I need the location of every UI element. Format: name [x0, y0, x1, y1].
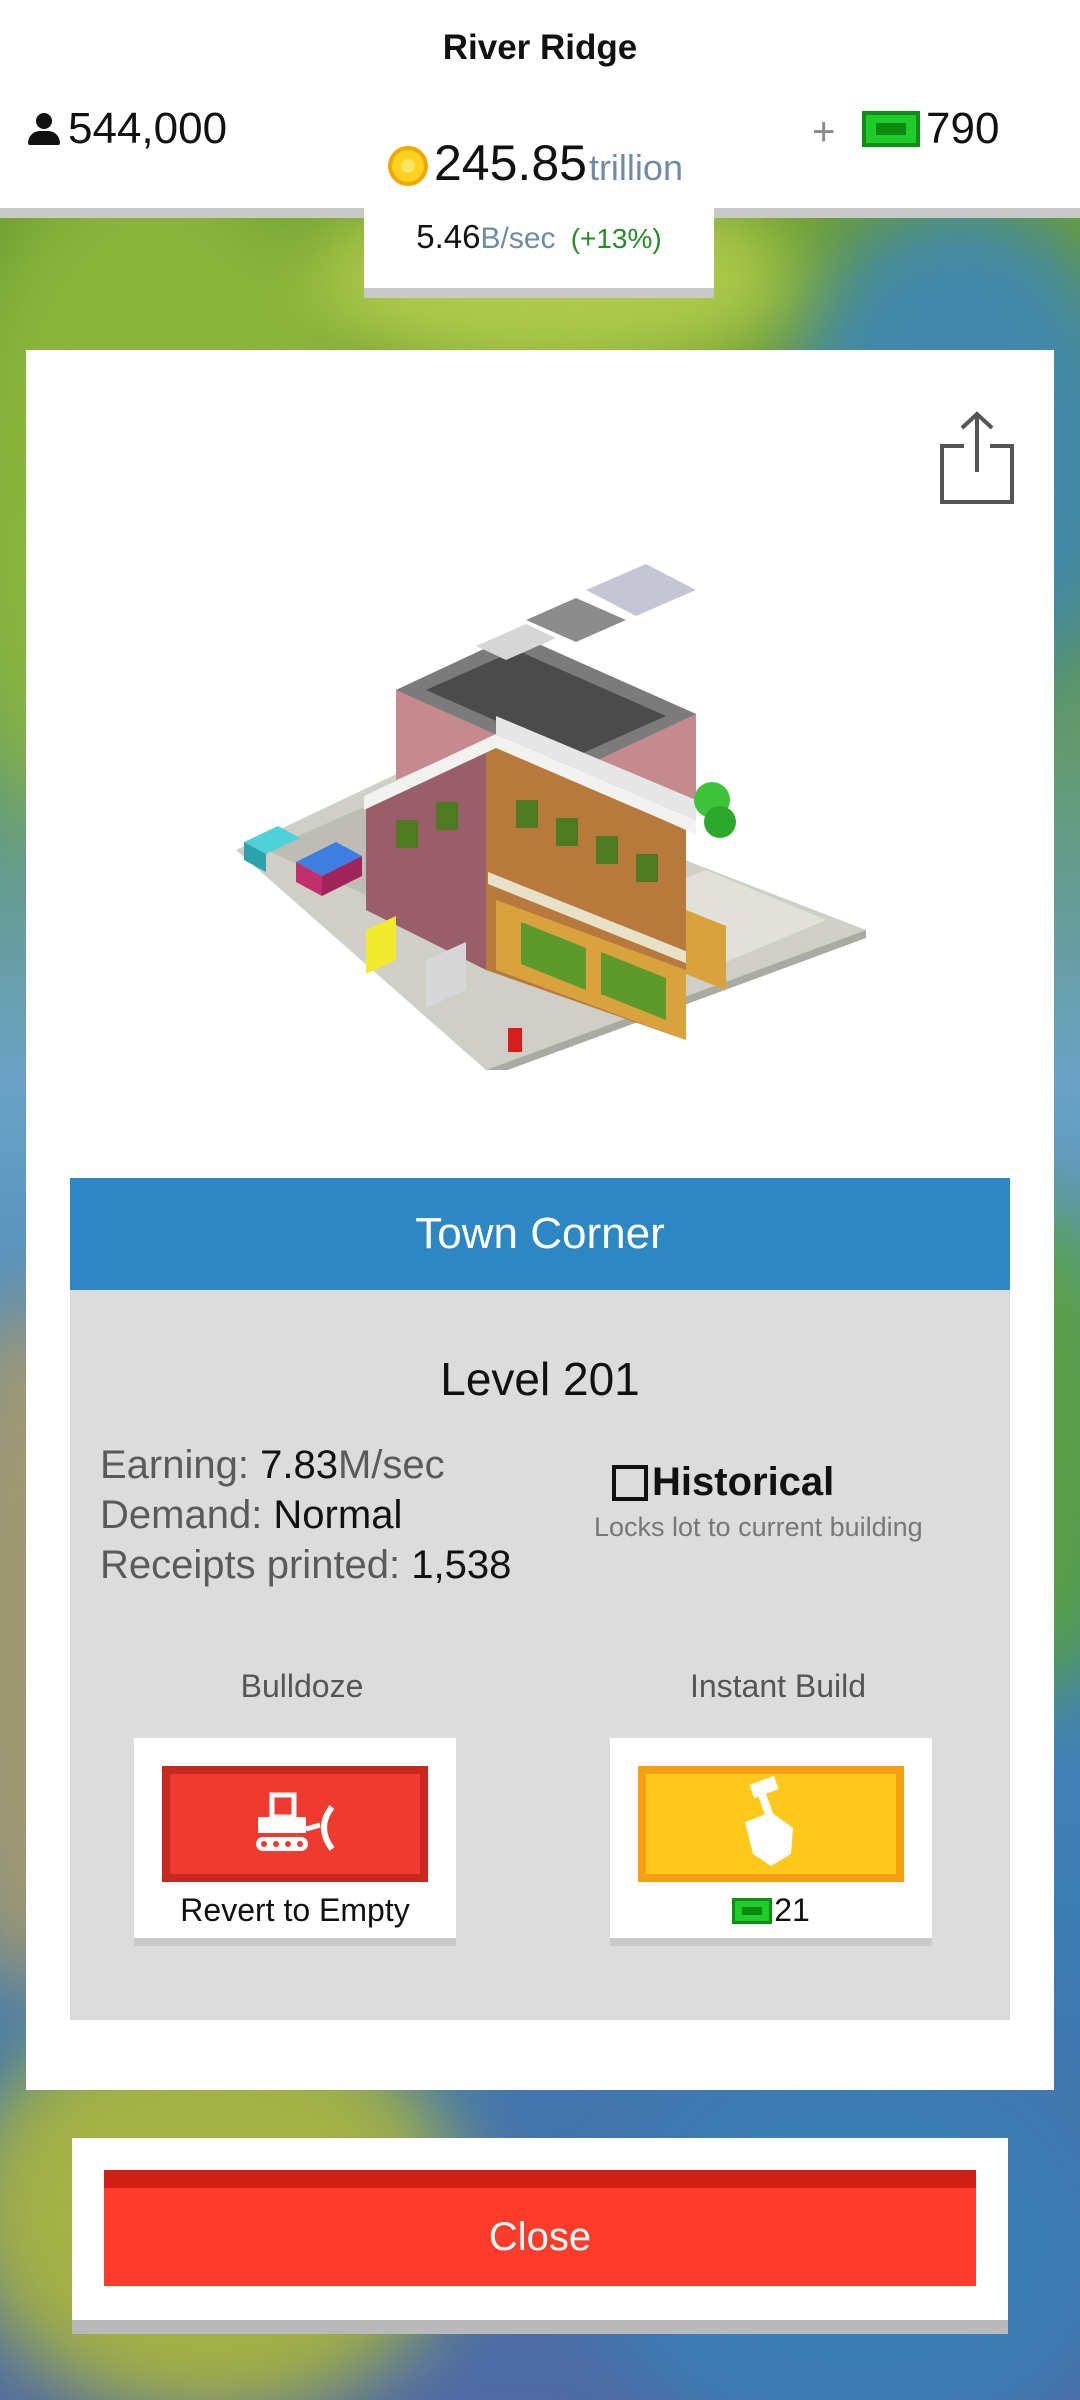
rate-change: (+13%)	[570, 223, 662, 254]
money-value: 245.85	[434, 135, 587, 191]
receipts-label: Receipts printed:	[100, 1543, 412, 1587]
add-cash-button[interactable]: +	[812, 110, 835, 155]
income-rate: 5.46B/sec (+13%)	[364, 218, 714, 256]
building-illustration	[236, 564, 866, 1070]
cash-bill-icon	[862, 111, 920, 147]
building-name: Town Corner	[415, 1209, 665, 1258]
money-unit: trillion	[588, 147, 683, 188]
population-counter: 544,000	[26, 104, 227, 154]
instant-build-button[interactable]	[638, 1766, 904, 1882]
coin-icon	[388, 146, 428, 186]
cash-counter[interactable]: 790	[862, 104, 999, 154]
money-line: 245.85 trillion	[388, 134, 683, 192]
share-icon[interactable]	[936, 408, 1018, 508]
close-button[interactable]: Close	[104, 2170, 976, 2286]
historical-description: Locks lot to current building	[594, 1512, 923, 1542]
instant-build-cost-value: 21	[774, 1892, 810, 1928]
receipts-value: 1,538	[411, 1543, 512, 1587]
bulldozer-icon	[256, 1792, 335, 1851]
demand-value: Normal	[273, 1493, 403, 1537]
close-panel: Close	[72, 2138, 1008, 2334]
rate-value: 5.46	[416, 218, 481, 255]
building-info-panel: Level 201 Earning: 7.83M/sec Demand: Nor…	[70, 1290, 1010, 2020]
population-value: 544,000	[68, 104, 228, 153]
building-level: Level 201	[440, 1353, 640, 1405]
demand-label: Demand:	[100, 1493, 274, 1537]
earning-value: 7.83	[260, 1443, 338, 1487]
earning-unit: M/sec	[337, 1443, 445, 1487]
historical-label: Historical	[652, 1460, 835, 1504]
earning-stat: Earning: 7.83M/sec	[100, 1440, 511, 1490]
historical-checkbox[interactable]	[612, 1464, 648, 1501]
receipts-stat: Receipts printed: 1,538	[100, 1540, 511, 1590]
bulldoze-button[interactable]	[162, 1766, 428, 1882]
city-name: River Ridge	[442, 28, 638, 67]
demand-stat: Demand: Normal	[100, 1490, 511, 1540]
close-button-label: Close	[488, 2214, 592, 2259]
instant-build-panel: 21	[610, 1738, 932, 1946]
rate-unit: B/sec	[480, 222, 556, 255]
money-panel: 245.85 trillion 5.46B/sec (+13%)	[364, 120, 714, 298]
building-stats: Earning: 7.83M/sec Demand: Normal Receip…	[100, 1440, 511, 1590]
bulldoze-caption: Bulldoze	[240, 1668, 364, 1704]
historical-toggle[interactable]: Historical	[612, 1460, 834, 1505]
bulldoze-button-label: Revert to Empty	[180, 1892, 410, 1928]
building-card: Town Corner Level 201 Earning: 7.83M/sec…	[26, 350, 1054, 2090]
instant-build-caption: Instant Build	[689, 1668, 867, 1704]
cash-value: 790	[926, 104, 1000, 153]
building-title-bar: Town Corner	[70, 1178, 1010, 1290]
instant-build-cost: 21	[610, 1892, 932, 1932]
bulldoze-panel: Revert to Empty	[134, 1738, 456, 1946]
person-icon	[26, 111, 62, 147]
hammer-hand-icon	[745, 1775, 793, 1866]
earning-label: Earning:	[100, 1443, 261, 1487]
cash-bill-icon	[732, 1897, 773, 1924]
